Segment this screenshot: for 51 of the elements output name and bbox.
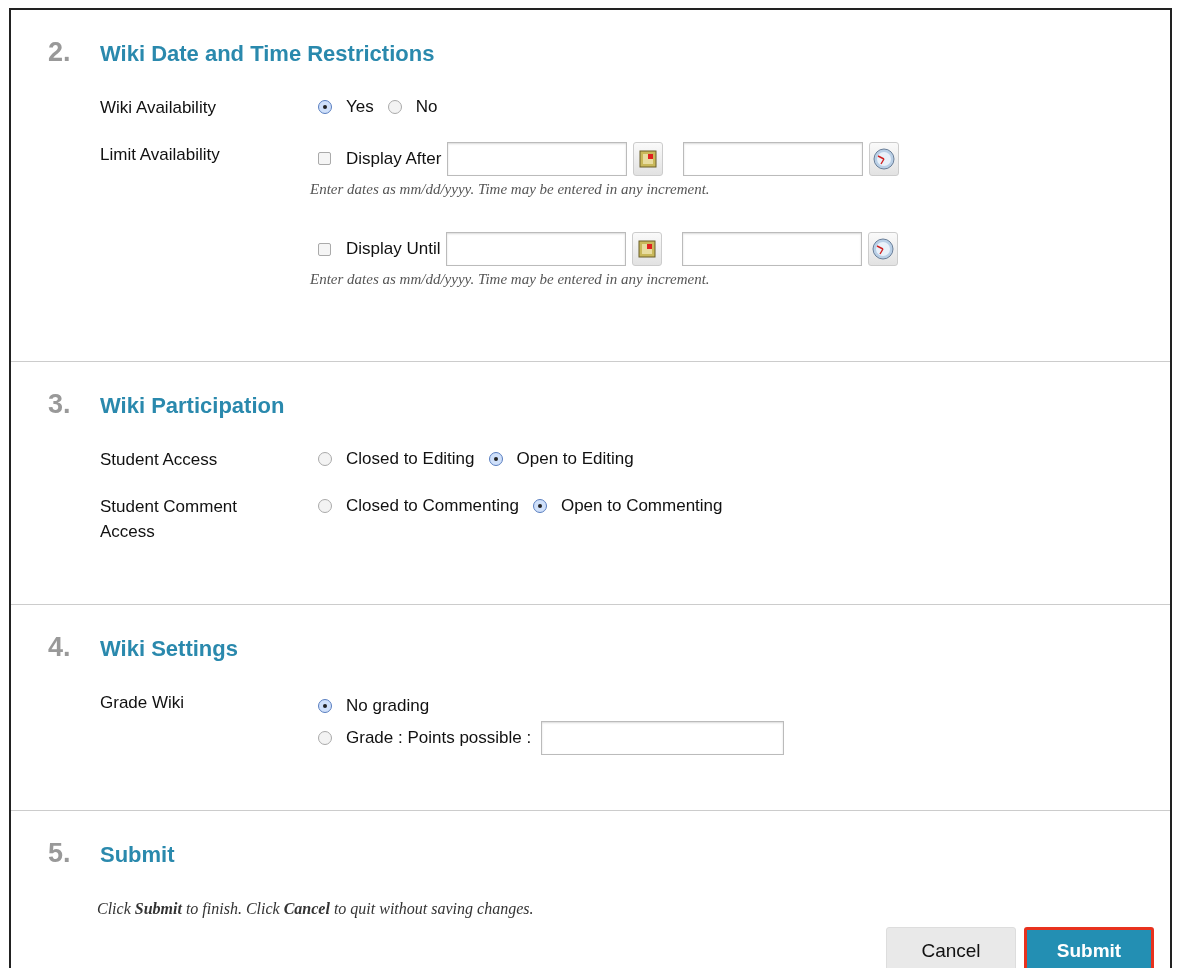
hint-text: Enter dates as mm/dd/yyyy. Time may be entered in any increment.	[310, 179, 711, 199]
radio-button[interactable]	[318, 100, 332, 114]
checkbox-label: Display Until	[346, 238, 441, 261]
input-field[interactable]	[682, 232, 863, 266]
radio-button[interactable]	[318, 499, 332, 513]
clock-button[interactable]	[868, 232, 899, 266]
section-number: 2.	[48, 36, 72, 69]
section-title: Wiki Participation	[100, 392, 285, 420]
field-label: Wiki Availability	[100, 96, 217, 119]
input-field[interactable]	[683, 141, 864, 176]
input-field[interactable]	[447, 141, 628, 176]
field-label: Limit Availability	[100, 143, 221, 166]
radio-button[interactable]	[387, 100, 402, 114]
checkbox[interactable]	[318, 242, 331, 256]
calendar-button[interactable]	[632, 232, 663, 266]
clock-icon	[872, 238, 895, 260]
radio-label: No grading	[346, 694, 430, 717]
cancel-button[interactable]: Cancel	[886, 927, 1016, 968]
instruction-text: Click Submit to finish. Click Cancel to quit without saving changes.	[97, 898, 535, 920]
input-field[interactable]	[446, 232, 627, 266]
section-number: 3.	[48, 388, 72, 421]
field-label: Grade Wiki	[100, 691, 186, 714]
calendar-icon	[639, 149, 658, 168]
hint-text: Enter dates as mm/dd/yyyy. Time may be entered in any increment.	[310, 270, 711, 289]
submit-button[interactable]: Submit	[1024, 927, 1154, 968]
clock-button[interactable]	[869, 141, 900, 176]
radio-label: Yes	[346, 96, 374, 119]
section-title: Wiki Settings	[100, 635, 238, 663]
clock-icon	[873, 147, 896, 170]
radio-label: Grade : Points possible :	[346, 726, 532, 749]
radio-label: Closed to Editing	[346, 448, 475, 471]
radio-button[interactable]	[488, 452, 503, 466]
radio-button[interactable]	[532, 499, 547, 513]
checkbox[interactable]	[318, 152, 331, 165]
calendar-button[interactable]	[633, 141, 664, 176]
checkbox-label: Display After	[346, 147, 442, 170]
radio-button[interactable]	[318, 452, 332, 466]
radio-label: No	[415, 96, 438, 119]
section-number: 5.	[48, 837, 72, 870]
radio-label: Closed to Commenting	[346, 495, 519, 518]
input-field[interactable]	[541, 720, 785, 755]
radio-button[interactable]	[318, 730, 332, 745]
section-number: 4.	[48, 631, 72, 664]
section-title: Wiki Date and Time Restrictions	[100, 40, 435, 68]
radio-button[interactable]	[318, 698, 332, 713]
radio-label: Open to Editing	[516, 448, 634, 471]
calendar-icon	[638, 240, 657, 258]
radio-label: Open to Commenting	[560, 495, 723, 518]
field-label: Student Comment Access	[100, 495, 238, 543]
field-label: Student Access	[100, 448, 219, 471]
section-title: Submit	[100, 841, 175, 869]
